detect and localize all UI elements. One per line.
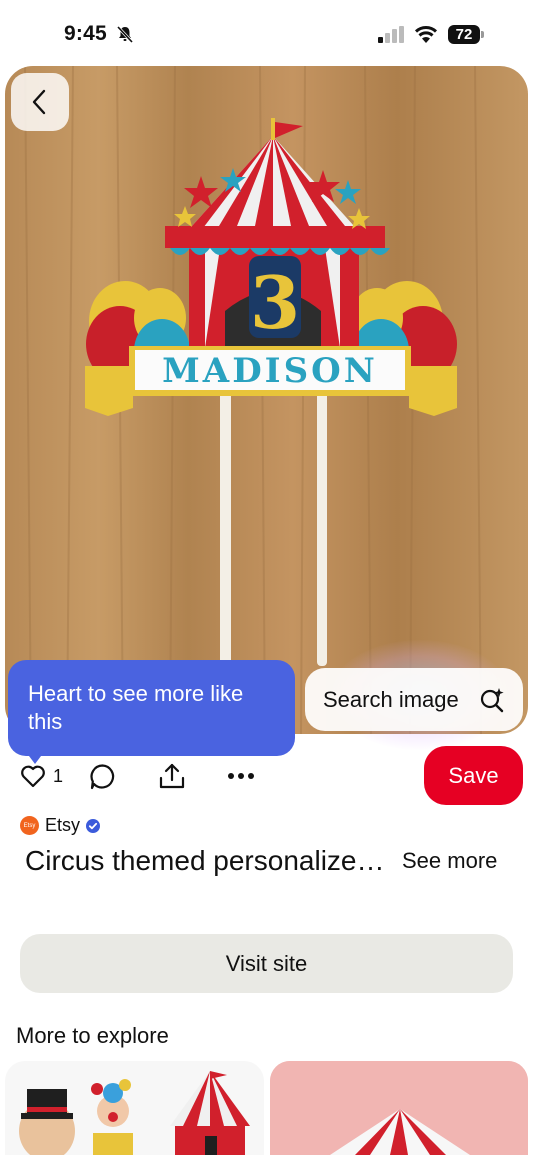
visual-search-icon [480, 688, 504, 713]
share-button[interactable] [158, 762, 186, 790]
explore-card[interactable] [270, 1061, 528, 1155]
tooltip-text: Heart to see more like this [28, 681, 244, 734]
verified-badge-icon [86, 818, 101, 833]
bell-muted-icon [116, 25, 134, 43]
status-bar: 9:45 72 [0, 0, 533, 64]
etsy-logo: Etsy [20, 816, 39, 835]
topper-name: MADISON [162, 351, 378, 391]
see-more-link[interactable]: See more [402, 848, 497, 874]
signal-icon [378, 26, 404, 43]
source-row[interactable]: Etsy Etsy [20, 815, 101, 836]
battery-indicator: 72 [448, 25, 484, 44]
more-to-explore-heading: More to explore [16, 1023, 169, 1048]
wifi-icon [414, 26, 438, 43]
source-name: Etsy [45, 815, 81, 835]
explore-card-image [5, 1061, 264, 1155]
like-count: 1 [53, 765, 64, 786]
back-button[interactable] [11, 73, 69, 131]
search-image-button[interactable]: Search image [305, 668, 523, 731]
like-button[interactable]: 1 [20, 764, 63, 788]
tooltip: Heart to see more like this [8, 660, 295, 756]
chevron-left-icon [32, 89, 46, 115]
pin-image[interactable]: 3 MADISON [5, 66, 528, 734]
topper-number: 3 [250, 260, 300, 345]
comment-button[interactable] [89, 763, 116, 790]
more-options-button[interactable] [227, 772, 255, 780]
pin-image-illustration: 3 MADISON [5, 66, 528, 734]
share-icon [159, 763, 185, 789]
visit-site-button[interactable]: Visit site [20, 934, 513, 993]
save-button[interactable]: Save [424, 746, 523, 805]
search-image-label: Search image [323, 686, 459, 712]
more-icon [228, 773, 254, 779]
heart-icon [21, 765, 45, 788]
comment-icon [90, 764, 115, 790]
pin-title: Circus themed personalized circus cake t… [25, 845, 385, 876]
explore-card[interactable] [5, 1061, 264, 1155]
status-time: 9:45 [64, 22, 107, 45]
explore-card-image [270, 1061, 528, 1155]
